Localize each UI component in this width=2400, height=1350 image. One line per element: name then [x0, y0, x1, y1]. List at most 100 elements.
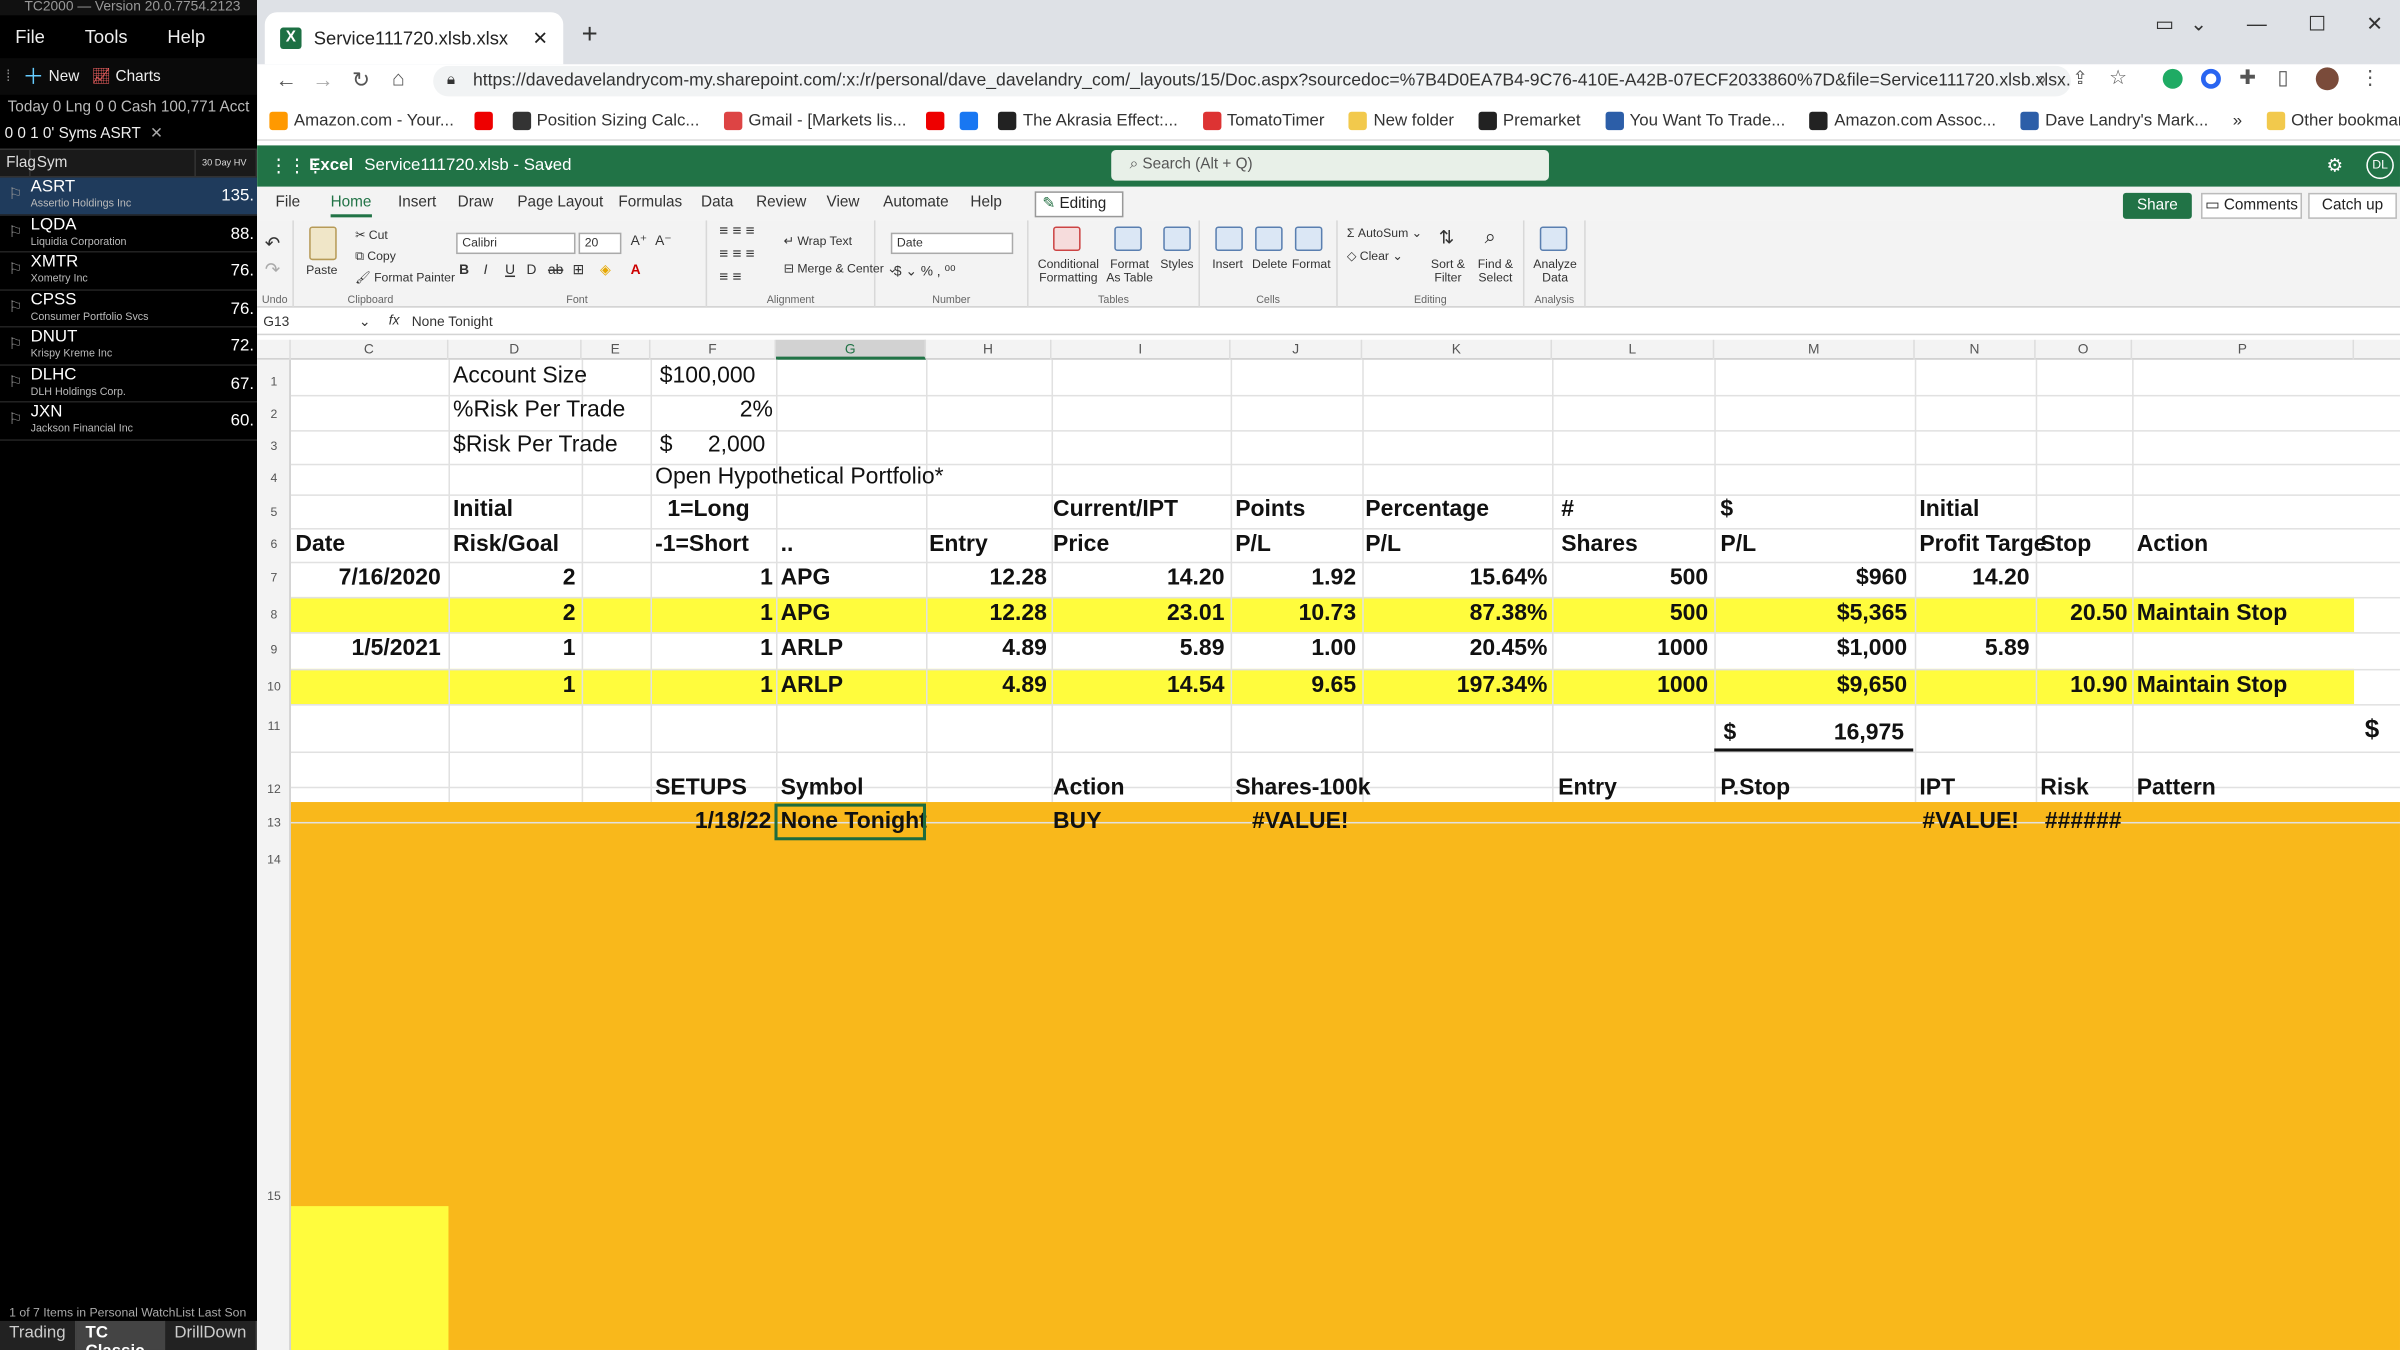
row-header[interactable]: 11 — [257, 719, 291, 733]
ribbon-tab[interactable]: Help — [970, 194, 1001, 211]
flag-icon[interactable]: ⚐ — [0, 403, 31, 439]
conditional-formatting-button[interactable]: Conditional Formatting — [1035, 257, 1102, 285]
setup-hdr-pstop[interactable]: P.Stop — [1720, 774, 1790, 802]
minimize-icon[interactable]: — — [2247, 12, 2267, 35]
trade-sym[interactable]: ARLP — [781, 635, 919, 663]
puzzle-icon[interactable]: ✚ — [2239, 66, 2256, 90]
trade-pl[interactable]: $960 — [1719, 565, 1907, 593]
sort-filter-button[interactable]: Sort & Filter — [1427, 257, 1470, 285]
user-avatar[interactable]: DL — [2366, 151, 2394, 180]
menu-tools[interactable]: Tools — [85, 26, 128, 47]
trade-stop[interactable]: 20.50 — [2036, 600, 2127, 628]
new-button[interactable]: ＋ New — [23, 61, 80, 92]
ribbon-tab[interactable]: Formulas — [618, 194, 682, 211]
trade-shares[interactable]: 500 — [1558, 565, 1708, 593]
conditional-formatting-icon[interactable] — [1053, 226, 1081, 252]
new-tab-icon[interactable]: + — [582, 18, 598, 50]
hdr-hash[interactable]: # — [1561, 496, 1574, 524]
font-color-icon[interactable]: A — [631, 262, 641, 277]
row-header[interactable]: 1 — [257, 375, 291, 389]
ribbon-tab[interactable]: Home — [330, 194, 372, 218]
fill-color-icon[interactable]: ◈ — [600, 262, 611, 279]
trade-risk[interactable]: 2 — [453, 600, 576, 628]
format-painter-button[interactable]: 🖌︎ Format Painter — [355, 271, 455, 285]
account-size-label[interactable]: Account Size — [453, 363, 587, 391]
trade-pl[interactable]: $1,000 — [1719, 635, 1907, 663]
other-bookmarks[interactable]: Other bookmarks — [2254, 110, 2400, 130]
tab-tc-classic[interactable]: TC Classic — [76, 1320, 166, 1350]
setup-date[interactable]: 1/18/22 — [649, 808, 772, 836]
excel-app-name[interactable]: Excel — [309, 156, 353, 174]
copy-button[interactable]: ⧉ Copy — [355, 249, 396, 264]
undo-icon[interactable]: ↶ — [265, 233, 280, 254]
font-name-select[interactable]: Calibri — [456, 232, 576, 255]
trade-pts[interactable]: 1.92 — [1237, 565, 1356, 593]
profile-avatar[interactable] — [2315, 67, 2339, 91]
trade-pct[interactable]: 197.34% — [1367, 672, 1548, 700]
column-header[interactable]: H — [926, 339, 1052, 360]
column-header[interactable]: G — [776, 339, 927, 360]
reload-icon[interactable]: ↻ — [352, 67, 370, 93]
shrink-font-icon[interactable]: A⁻ — [655, 233, 671, 250]
bookmark-item[interactable]: Amazon.com Assoc... — [1797, 110, 2008, 130]
align-top-icon[interactable]: ≡ ≡ ≡ — [719, 223, 754, 240]
hdr-points[interactable]: Points — [1235, 496, 1305, 524]
home-icon[interactable]: ⌂ — [392, 66, 405, 90]
italic-icon[interactable]: I — [484, 262, 488, 277]
column-header[interactable]: J — [1231, 339, 1363, 360]
underline-icon[interactable]: U — [505, 262, 515, 277]
row-header[interactable]: 3 — [257, 439, 291, 453]
comments-button[interactable]: ▭ Comments — [2201, 192, 2303, 219]
setup-hdr-entry[interactable]: Entry — [1558, 774, 1617, 802]
bookmark-icon-only[interactable] — [919, 110, 953, 130]
share-page-icon[interactable]: ⇪ — [2072, 67, 2087, 88]
hdr-dollar[interactable]: $ — [1720, 496, 1733, 524]
column-header[interactable]: M — [1714, 339, 1915, 360]
ribbon-tab[interactable]: View — [827, 194, 860, 211]
setup-ipt[interactable]: #VALUE! — [1922, 808, 2019, 836]
hdr-current-ipt[interactable]: Current/IPT — [1053, 496, 1178, 524]
setup-hdr-shares[interactable]: Shares-100k — [1235, 774, 1370, 802]
catch-up-button[interactable]: Catch up — [2308, 192, 2397, 219]
trade-risk[interactable]: 2 — [453, 565, 576, 593]
find-select-icon[interactable]: ⌕ — [1485, 225, 1496, 249]
watchlist-row[interactable]: ⚐ XMTR Xometry Inc 76. — [0, 253, 258, 291]
borders-icon[interactable]: ⊞ — [572, 262, 584, 279]
chevron-down-icon[interactable]: ⌄ — [542, 155, 556, 174]
trade-dir[interactable]: 1 — [655, 600, 773, 628]
gear-icon[interactable]: ⚙ — [2327, 155, 2343, 176]
analyze-data-icon[interactable] — [1539, 226, 1568, 252]
bookmark-item[interactable]: TomatoTimer — [1190, 110, 1337, 130]
trade-pl[interactable]: $5,365 — [1719, 600, 1907, 628]
watchlist-row[interactable]: ⚐ DLHC DLH Holdings Corp. 67. — [0, 365, 258, 403]
hdr-dots[interactable]: .. — [781, 531, 794, 559]
insert-cells-icon[interactable] — [1215, 226, 1243, 252]
forward-icon[interactable]: → — [312, 67, 333, 91]
setup-hdr-symbol[interactable]: Symbol — [781, 774, 864, 802]
share-button[interactable]: Share — [2122, 192, 2192, 219]
file-name[interactable]: Service111720.xlsb - Saved — [364, 156, 571, 174]
column-header[interactable]: D — [448, 339, 582, 360]
hdr-price[interactable]: Price — [1053, 531, 1109, 559]
flag-icon[interactable]: ⚐ — [0, 253, 31, 289]
bookmark-item[interactable]: Dave Landry's Mark... — [2008, 110, 2220, 130]
delete-cells-button[interactable]: Delete — [1252, 257, 1287, 271]
col-flag[interactable]: Flag — [0, 149, 36, 177]
column-header[interactable]: I — [1052, 339, 1231, 360]
more-bookmarks-icon[interactable]: » — [2221, 111, 2255, 129]
formula-input[interactable]: None Tonight — [412, 314, 493, 329]
currency-icon[interactable]: $ ⌄ % , ⁰⁰ — [894, 263, 956, 280]
extension-icon[interactable] — [2201, 68, 2221, 89]
find-select-button[interactable]: Find & Select — [1472, 257, 1518, 285]
cell-styles-button[interactable]: Styles — [1160, 257, 1193, 271]
hdr-action[interactable]: Action — [2137, 531, 2208, 559]
trade-pct[interactable]: 15.64% — [1367, 565, 1548, 593]
trade-sym[interactable]: ARLP — [781, 672, 919, 700]
clear-button[interactable]: ◇ Clear ⌄ — [1347, 249, 1403, 263]
row-header[interactable]: 15 — [257, 1189, 291, 1203]
format-cells-button[interactable]: Format — [1292, 257, 1331, 271]
bookmark-item[interactable]: Premarket — [1466, 110, 1593, 130]
hdr-initial[interactable]: Initial — [453, 496, 513, 524]
excel-search[interactable]: ⌕ Search (Alt + Q) — [1111, 149, 1549, 181]
row-header[interactable]: 12 — [257, 782, 291, 796]
